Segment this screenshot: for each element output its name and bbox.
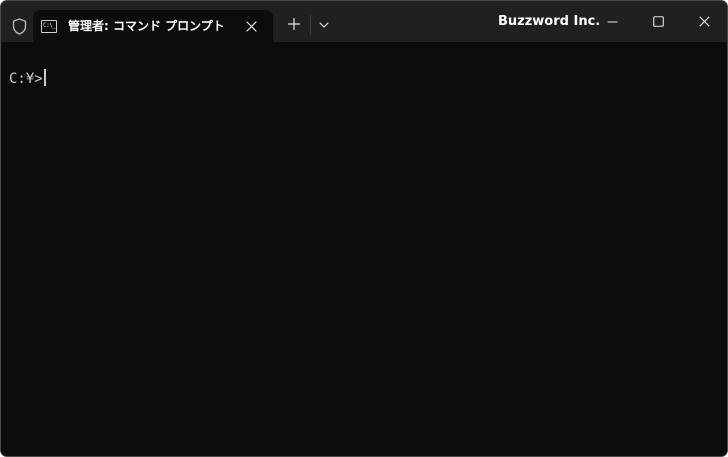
prompt-text: C:¥>	[9, 71, 43, 87]
close-window-button[interactable]	[681, 1, 727, 42]
command-prompt-line: C:¥>	[9, 69, 46, 88]
maximize-icon	[652, 16, 664, 27]
plus-icon	[288, 18, 300, 30]
chevron-down-icon	[319, 22, 329, 28]
command-prompt-icon: C:\_	[41, 20, 57, 33]
tab-dropdown-button[interactable]	[315, 16, 333, 34]
close-icon	[245, 20, 257, 32]
brand-label: Buzzword Inc.	[498, 14, 601, 29]
close-icon	[698, 16, 710, 27]
maximize-button[interactable]	[635, 1, 681, 42]
text-cursor	[43, 69, 46, 86]
tab-title: 管理者: コマンド プロンプト	[68, 19, 225, 33]
tab-command-prompt[interactable]: C:\_ 管理者: コマンド プロンプト	[33, 10, 273, 42]
close-tab-button[interactable]	[243, 18, 259, 34]
command-prompt-icon-text: C:\_	[43, 22, 56, 29]
minimize-icon	[607, 20, 617, 23]
titlebar-divider	[310, 15, 311, 35]
shield-icon	[11, 17, 27, 35]
console-area[interactable]: C:¥>	[1, 42, 727, 456]
new-tab-button[interactable]	[285, 15, 303, 33]
title-bar[interactable]: C:\_ 管理者: コマンド プロンプト Buzzword Inc.	[1, 1, 727, 42]
minimize-button[interactable]	[589, 1, 635, 42]
terminal-window: C:\_ 管理者: コマンド プロンプト Buzzword Inc. C:¥>	[0, 0, 728, 457]
